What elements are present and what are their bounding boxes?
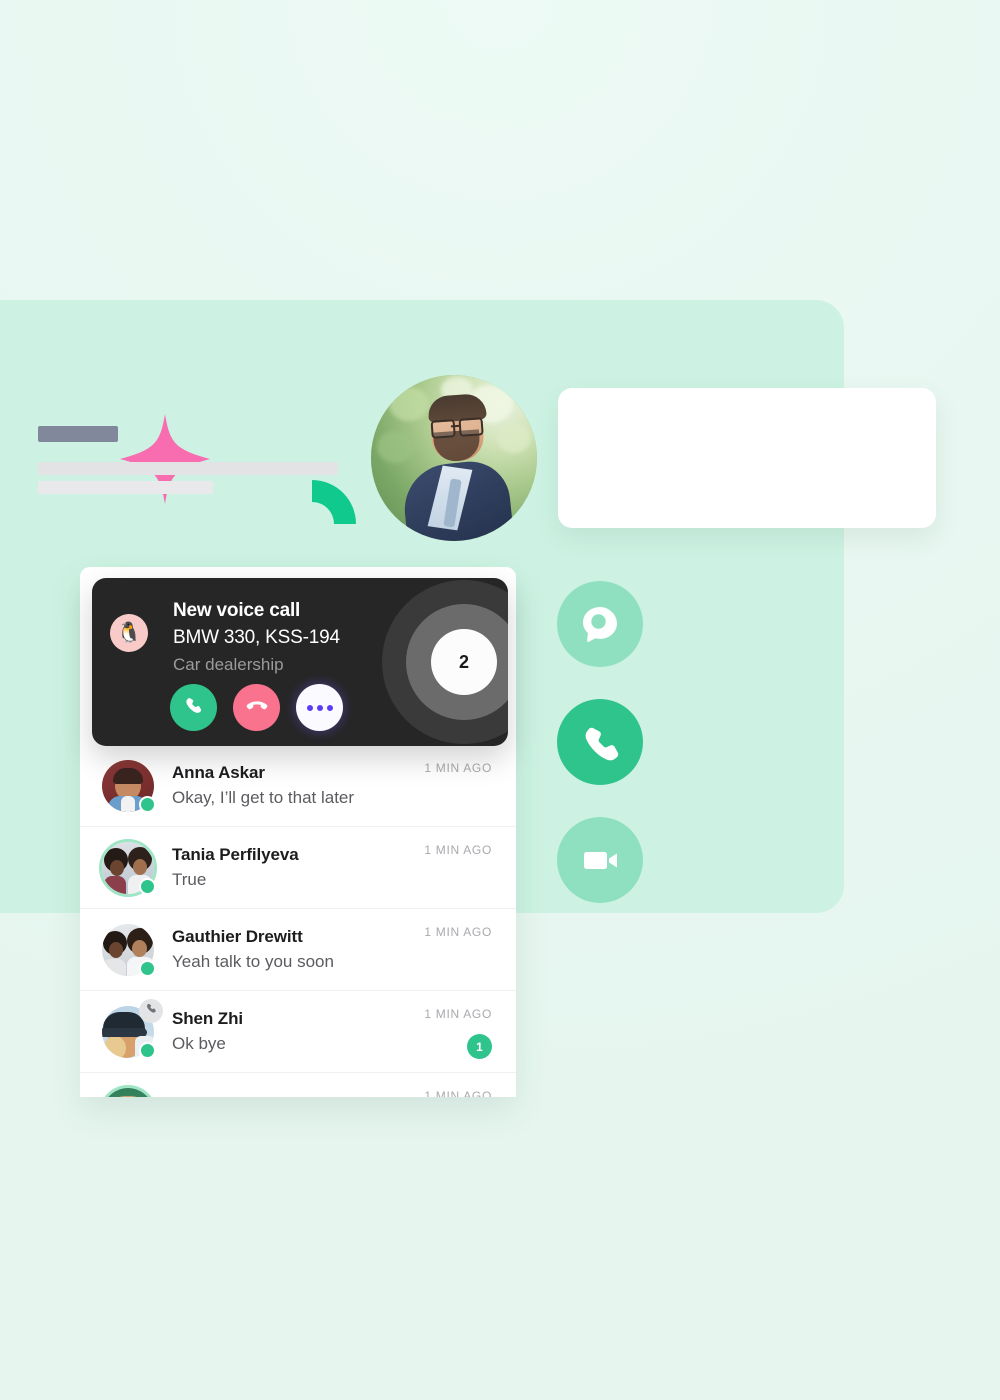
table-row[interactable]: Gauthier Drewitt Yeah talk to you soon 1… xyxy=(80,909,516,991)
call-title: New voice call xyxy=(173,600,301,621)
incoming-call-card: 2 🐧 New voice call BMW 330, KSS-194 Car … xyxy=(92,578,508,746)
chat-list: Anna Askar Okay, I’ll get to that later … xyxy=(80,745,516,1097)
timestamp: 1 MIN AGO xyxy=(424,843,492,857)
timestamp: 1 MIN AGO xyxy=(424,1007,492,1021)
avatar xyxy=(102,998,163,1059)
call-info: New voice call BMW 330, KSS-194 Car deal… xyxy=(173,600,340,675)
decline-call-button[interactable] xyxy=(233,684,280,731)
online-status-dot xyxy=(139,795,156,813)
timestamp: 1 MIN AGO xyxy=(424,1089,492,1097)
unread-count-badge: 1 xyxy=(467,1034,492,1059)
video-call-button[interactable] xyxy=(557,817,643,903)
caller-avatar: 🐧 xyxy=(110,614,148,652)
answer-call-button[interactable] xyxy=(170,684,217,731)
table-row[interactable]: Anna Askar Okay, I’ll get to that later … xyxy=(80,745,516,827)
avatar xyxy=(99,1085,157,1097)
more-options-button[interactable] xyxy=(296,684,343,731)
ellipsis-icon xyxy=(306,704,333,711)
last-message: True xyxy=(172,869,207,889)
table-row[interactable]: Shen Zhi Ok bye 1 MIN AGO 1 xyxy=(80,991,516,1073)
contact-name: Shen Zhi xyxy=(172,1009,243,1029)
communication-icon-rail xyxy=(557,581,643,935)
row-text: Gauthier Drewitt Yeah talk to you soon xyxy=(172,926,424,972)
table-row[interactable]: Diana Campos 1 MIN AGO xyxy=(80,1073,516,1097)
call-actions xyxy=(170,684,343,731)
contact-name: Tania Perfilyeva xyxy=(172,845,299,865)
call-organization: Car dealership xyxy=(173,655,284,674)
row-text: Shen Zhi Ok bye xyxy=(172,1008,424,1054)
online-status-dot xyxy=(139,877,156,895)
last-message: Ok bye xyxy=(172,1033,226,1053)
row-meta: 1 MIN AGO xyxy=(424,745,492,775)
waiting-calls-count: 2 xyxy=(431,629,497,695)
table-row[interactable]: Tania Perfilyeva True 1 MIN AGO xyxy=(80,827,516,909)
contact-name: Anna Askar xyxy=(172,763,265,783)
call-subject: BMW 330, KSS-194 xyxy=(173,627,340,648)
row-meta: 1 MIN AGO 1 xyxy=(424,991,492,1059)
quarter-arc-icon xyxy=(310,476,358,524)
missed-call-badge xyxy=(139,998,163,1023)
voice-call-button[interactable] xyxy=(557,699,643,785)
phone-icon xyxy=(145,1002,158,1020)
chat-bubble-icon xyxy=(577,601,623,647)
row-meta: 1 MIN AGO xyxy=(424,827,492,857)
phone-hangup-icon xyxy=(245,694,269,721)
row-text: Tania Perfilyeva True xyxy=(172,844,424,890)
placeholder-line-2 xyxy=(38,481,213,494)
online-status-dot xyxy=(139,959,156,977)
video-camera-icon xyxy=(578,838,622,882)
phone-icon xyxy=(183,695,205,720)
avatar xyxy=(102,759,156,813)
timestamp: 1 MIN AGO xyxy=(424,925,492,939)
timestamp: 1 MIN AGO xyxy=(424,761,492,775)
online-status-dot xyxy=(139,1041,156,1059)
last-message: Okay, I’ll get to that later xyxy=(172,787,355,807)
row-text: Anna Askar Okay, I’ll get to that later xyxy=(172,762,424,808)
placeholder-title-bar xyxy=(38,426,118,442)
row-meta: 1 MIN AGO xyxy=(424,1073,492,1097)
placeholder-card xyxy=(558,388,936,528)
avatar xyxy=(99,838,157,897)
placeholder-line-1 xyxy=(38,462,338,475)
avatar xyxy=(102,923,156,977)
row-meta: 1 MIN AGO xyxy=(424,909,492,939)
chat-button[interactable] xyxy=(557,581,643,667)
phone-icon xyxy=(579,721,621,763)
hero-avatar xyxy=(371,375,537,541)
contact-name: Gauthier Drewitt xyxy=(172,927,303,947)
last-message: Yeah talk to you soon xyxy=(172,951,334,971)
